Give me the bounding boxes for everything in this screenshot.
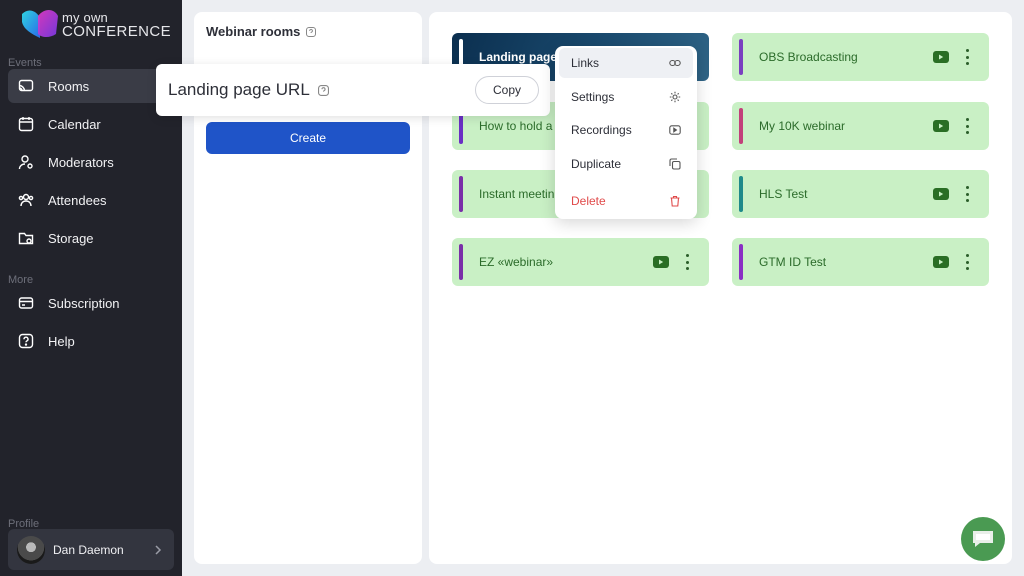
menu-item-label: Settings: [571, 90, 615, 104]
landing-page-url-popover: Landing page URL Copy: [156, 64, 550, 116]
sidebar-item-label: Help: [48, 333, 75, 349]
gear-icon: [669, 91, 681, 103]
calendar-icon: [18, 116, 34, 132]
youtube-icon: [933, 51, 949, 63]
sidebar-item-subscription[interactable]: Subscription: [8, 286, 174, 320]
menu-item-duplicate[interactable]: Duplicate: [559, 149, 693, 179]
trash-icon: [670, 195, 680, 207]
brand-logo[interactable]: my own CONFERENCE: [18, 8, 178, 42]
room-color-bar: [739, 108, 743, 144]
sidebar-item-label: Calendar: [48, 116, 101, 132]
panel-title-text: Webinar rooms: [206, 24, 301, 39]
profile-card[interactable]: Dan Daemon: [8, 529, 174, 570]
room-color-bar: [459, 244, 463, 280]
rooms-icon: [18, 78, 34, 94]
more-options-icon[interactable]: [964, 254, 970, 270]
link-icon: [669, 59, 681, 67]
youtube-icon: [933, 120, 949, 132]
room-name: Landing page: [479, 50, 557, 64]
section-label-more: More: [8, 274, 34, 286]
sidebar-item-label: Subscription: [48, 295, 120, 311]
room-card[interactable]: HLS Test: [732, 170, 989, 218]
room-card[interactable]: My 10K webinar: [732, 102, 989, 150]
sidebar-item-rooms[interactable]: Rooms: [8, 69, 174, 103]
room-card[interactable]: EZ «webinar»: [452, 238, 709, 286]
help-icon: [18, 333, 34, 349]
room-name: Instant meetin: [479, 187, 555, 201]
menu-item-label: Links: [571, 56, 600, 70]
help-circle-icon[interactable]: [306, 26, 317, 37]
sidebar-item-label: Rooms: [48, 78, 90, 94]
youtube-icon: [933, 188, 949, 200]
room-color-bar: [739, 39, 743, 75]
more-options-icon[interactable]: [684, 254, 690, 270]
sidebar: my own CONFERENCE Events Rooms Calendar …: [0, 0, 182, 576]
menu-item-label: Recordings: [571, 123, 632, 137]
youtube-icon: [933, 256, 949, 268]
sidebar-item-help[interactable]: Help: [8, 324, 174, 358]
sidebar-item-moderators[interactable]: Moderators: [8, 145, 174, 179]
more-options-icon[interactable]: [964, 186, 970, 202]
room-name: OBS Broadcasting: [759, 50, 858, 64]
create-button[interactable]: Create: [206, 122, 410, 154]
recordings-icon: [669, 125, 681, 135]
subscription-icon: [18, 295, 34, 311]
storage-icon: [18, 230, 34, 246]
room-color-bar: [739, 244, 743, 280]
menu-item-links[interactable]: Links: [559, 48, 693, 78]
menu-item-delete[interactable]: Delete: [559, 186, 693, 216]
room-name: GTM ID Test: [759, 255, 827, 269]
chat-button[interactable]: [961, 517, 1005, 561]
room-name: EZ «webinar»: [479, 255, 554, 269]
menu-item-label: Duplicate: [571, 157, 622, 171]
room-color-bar: [459, 176, 463, 212]
menu-item-label: Delete: [571, 194, 606, 208]
profile-name: Dan Daemon: [53, 542, 124, 557]
menu-item-recordings[interactable]: Recordings: [559, 115, 693, 145]
url-label: Landing page URL: [168, 80, 329, 100]
more-options-icon[interactable]: [964, 118, 970, 134]
sidebar-item-storage[interactable]: Storage: [8, 221, 174, 255]
chevron-right-icon: [155, 544, 162, 555]
avatar: [17, 535, 45, 564]
room-color-bar: [739, 176, 743, 212]
help-circle-icon[interactable]: [317, 84, 329, 96]
menu-item-settings[interactable]: Settings: [559, 82, 693, 112]
copy-button[interactable]: Copy: [475, 76, 539, 104]
youtube-icon: [653, 256, 669, 268]
sidebar-item-label: Moderators: [48, 154, 114, 170]
moderators-icon: [18, 154, 34, 170]
attendees-icon: [18, 192, 34, 208]
panel-title: Webinar rooms: [206, 24, 317, 39]
url-label-text: Landing page URL: [168, 80, 310, 99]
more-options-icon[interactable]: [964, 49, 970, 65]
sidebar-item-label: Attendees: [48, 192, 107, 208]
sidebar-item-label: Storage: [48, 230, 94, 246]
duplicate-icon: [669, 158, 681, 170]
room-context-menu: Links Settings Recordings Duplicate Dele…: [555, 46, 697, 219]
room-card[interactable]: OBS Broadcasting: [732, 33, 989, 81]
room-name: My 10K webinar: [759, 119, 846, 133]
room-name: HLS Test: [759, 187, 808, 201]
room-card[interactable]: GTM ID Test: [732, 238, 989, 286]
section-label-events: Events: [8, 57, 42, 69]
brand-line-2: CONFERENCE: [62, 23, 172, 40]
room-name: How to hold a: [479, 119, 553, 133]
brand-logo-icon: [22, 10, 58, 38]
sidebar-item-calendar[interactable]: Calendar: [8, 107, 174, 141]
sidebar-item-attendees[interactable]: Attendees: [8, 183, 174, 217]
chat-icon: [973, 531, 993, 547]
